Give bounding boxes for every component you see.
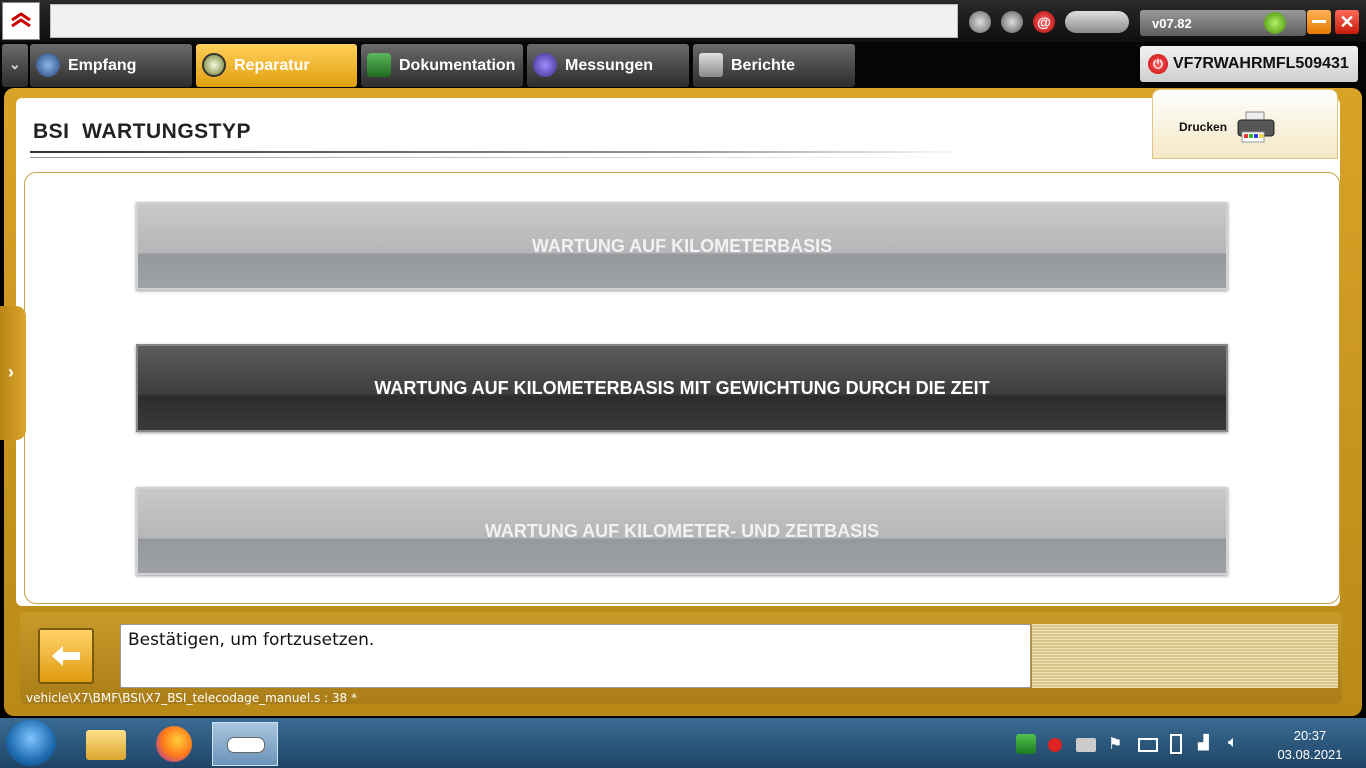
- taskbar-firefox[interactable]: [144, 722, 204, 766]
- tab-label: Berichte: [731, 57, 796, 74]
- printer-icon[interactable]: [1236, 110, 1276, 144]
- decorative-stripes: [1032, 624, 1338, 688]
- document-icon: [699, 53, 723, 77]
- network-icon[interactable]: ▟: [1198, 734, 1218, 754]
- close-icon: ✕: [1339, 12, 1355, 32]
- waveform-icon: [533, 53, 557, 77]
- script-path: vehicle\X7\BMF\BSI\X7_BSI_telecodage_man…: [26, 691, 357, 705]
- version-label: v07.82: [1152, 16, 1192, 31]
- tab-label: Messungen: [565, 57, 654, 74]
- arrow-left-icon: [52, 646, 80, 666]
- power-icon: ⏻: [1148, 54, 1168, 74]
- taskbar-explorer[interactable]: [76, 722, 136, 766]
- user-icon[interactable]: [1001, 11, 1023, 33]
- close-button[interactable]: ✕: [1335, 10, 1359, 34]
- keyboard-icon[interactable]: [1138, 738, 1158, 752]
- clock-time: 20:37: [1293, 728, 1327, 743]
- start-button[interactable]: [6, 720, 56, 766]
- diagbox-icon: [227, 737, 265, 753]
- flag-icon[interactable]: ⚑: [1108, 734, 1128, 754]
- taskbar-diagbox-app[interactable]: [212, 722, 278, 766]
- volume-control-icon[interactable]: [1065, 11, 1129, 33]
- tab-berichte[interactable]: Berichte: [693, 44, 855, 87]
- magnifier-icon: [202, 53, 226, 77]
- option-label: WARTUNG AUF KILOMETERBASIS MIT GEWICHTUN…: [374, 377, 990, 398]
- tab-label: Empfang: [68, 57, 137, 74]
- system-clock[interactable]: 20:37 03.08.2021: [1262, 726, 1358, 764]
- at-mail-icon[interactable]: @: [1033, 11, 1055, 33]
- version-display: v07.82: [1140, 10, 1306, 36]
- windows-taskbar: [0, 718, 1366, 768]
- tab-reparatur[interactable]: Reparatur: [196, 44, 357, 87]
- minimize-icon: [1312, 20, 1326, 23]
- speaker-icon[interactable]: 🔈︎: [1228, 734, 1248, 754]
- tab-dokumentation[interactable]: Dokumentation: [361, 44, 523, 87]
- status-message: Bestätigen, um fortzusetzen.: [128, 630, 375, 650]
- page-title: BSI WARTUNGSTYP: [33, 120, 252, 143]
- firefox-icon: [156, 726, 192, 762]
- address-field[interactable]: [50, 4, 958, 38]
- print-label: Drucken: [1179, 120, 1228, 134]
- vin-display[interactable]: ⏻ VF7RWAHRMFL509431: [1140, 46, 1358, 82]
- citroen-logo: [2, 2, 40, 40]
- download-icon[interactable]: [969, 11, 991, 33]
- title-divider-secondary: [30, 157, 970, 158]
- clock-date: 03.08.2021: [1277, 747, 1343, 762]
- error-icon[interactable]: [1048, 738, 1062, 752]
- minimize-button[interactable]: [1307, 10, 1331, 34]
- book-icon: [367, 53, 391, 77]
- tab-menu-toggle[interactable]: ⌄: [2, 44, 28, 87]
- connection-status-icon: [1264, 12, 1286, 34]
- folder-icon: [86, 730, 126, 760]
- tab-messungen[interactable]: Messungen: [527, 44, 689, 87]
- option-kilometer-und-zeitbasis[interactable]: WARTUNG AUF KILOMETER- UND ZEITBASIS: [136, 487, 1228, 575]
- battery-icon[interactable]: [1170, 734, 1182, 754]
- globe-icon: [36, 53, 60, 77]
- tab-empfang[interactable]: Empfang: [30, 44, 192, 87]
- printer-tray-icon[interactable]: [1076, 738, 1096, 752]
- option-kilometer-basis[interactable]: WARTUNG AUF KILOMETERBASIS: [136, 202, 1228, 290]
- tab-label: Reparatur: [234, 57, 310, 74]
- option-label: WARTUNG AUF KILOMETERBASIS: [531, 235, 833, 256]
- option-kilometer-basis-zeit-gewichtung[interactable]: WARTUNG AUF KILOMETERBASIS MIT GEWICHTUN…: [136, 344, 1228, 432]
- tab-label: Dokumentation: [399, 57, 516, 74]
- vin-label: VF7RWAHRMFL509431: [1173, 55, 1349, 72]
- chevron-down-icon: ⌄: [9, 56, 21, 72]
- sync-check-icon[interactable]: [1016, 734, 1036, 754]
- back-button[interactable]: [38, 628, 94, 684]
- title-divider: [30, 151, 970, 153]
- option-label: WARTUNG AUF KILOMETER- UND ZEITBASIS: [484, 520, 880, 541]
- chevron-right-icon: ›: [8, 362, 14, 382]
- side-panel-toggle[interactable]: ›: [0, 306, 26, 440]
